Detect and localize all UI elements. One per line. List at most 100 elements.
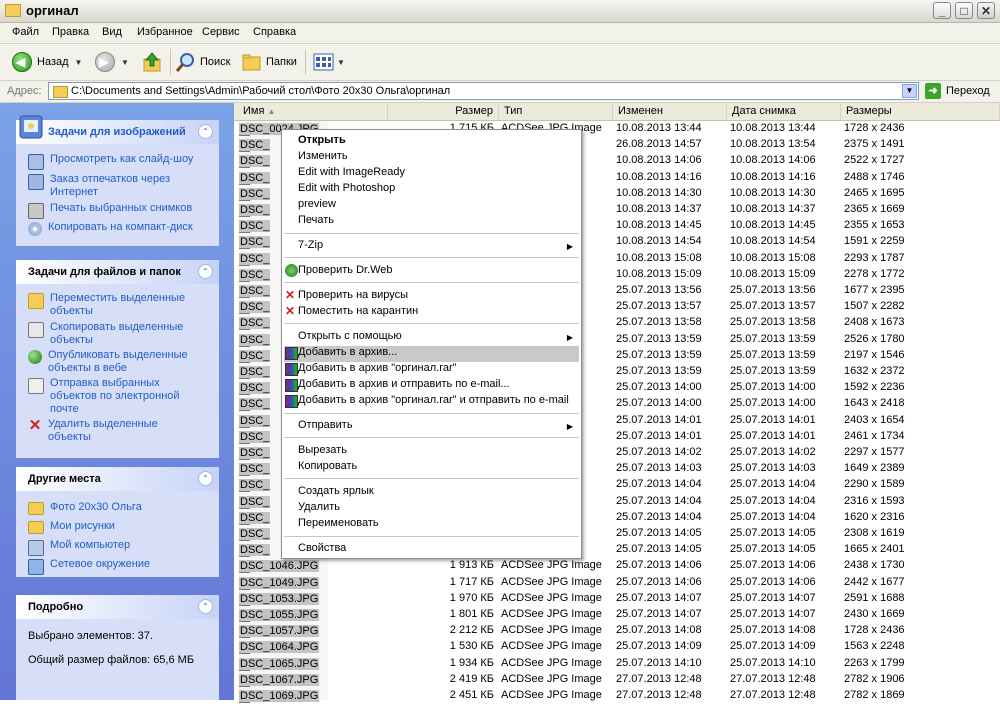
column-dimensions[interactable]: Размеры (841, 103, 1000, 120)
menu-cut[interactable]: Вырезать (298, 444, 347, 456)
menu-7zip[interactable]: 7-Zip (298, 239, 323, 251)
collapse-icon[interactable]: ⌃ (198, 471, 213, 486)
folders-button[interactable]: Папки (241, 50, 297, 74)
file-date-taken: 25.07.2013 13:56 (730, 284, 816, 296)
menu-view[interactable]: Вид (102, 26, 122, 38)
menu-file[interactable]: Файл (12, 26, 39, 38)
file-modified: 10.08.2013 15:08 (616, 251, 702, 264)
table-row[interactable]: DSC_1057.JPG 2 212 КБ ACDSee JPG Image 25.0… (234, 623, 1000, 639)
maximize-button[interactable]: □ (955, 2, 973, 19)
table-row[interactable]: DSC_1065.JPG 1 934 КБ ACDSee JPG Image 25.0… (234, 656, 1000, 672)
file-modified: 25.07.2013 13:58 (616, 316, 702, 329)
collapse-icon[interactable]: ⌃ (198, 124, 213, 139)
menu-favorites[interactable]: Избранное (137, 26, 193, 38)
quarantine-icon: ✕ (285, 304, 296, 318)
details-header[interactable]: Подробно ⌃ (16, 595, 219, 619)
forward-button[interactable]: ▶ ▼ (95, 50, 129, 74)
file-dimensions: 1632 x 2372 (844, 365, 905, 377)
winrar-icon (285, 395, 298, 408)
go-button[interactable]: ➜ Переход (925, 83, 990, 99)
menu-rename[interactable]: Переименовать (298, 517, 379, 529)
menu-preview[interactable]: preview (298, 198, 336, 210)
menu-edit-item[interactable]: Изменить (298, 150, 348, 162)
place-my-computer[interactable]: Мой компьютер (28, 539, 130, 556)
search-button[interactable]: Поиск (175, 50, 230, 74)
file-dimensions: 2316 x 1593 (844, 494, 905, 507)
minimize-button[interactable]: _ (933, 2, 951, 19)
menu-tools[interactable]: Сервис (202, 26, 240, 38)
file-modified: 10.08.2013 15:09 (616, 267, 702, 280)
up-folder-button[interactable] (142, 50, 164, 74)
back-button[interactable]: ◀ Назад ▼ (12, 50, 82, 74)
column-date-taken[interactable]: Дата снимка (727, 103, 841, 120)
file-dimensions: 2782 x 1869 (844, 689, 905, 701)
file-tasks-header[interactable]: Задачи для файлов и папок ⌃ (16, 260, 219, 284)
menu-edit-photoshop[interactable]: Edit with Photoshop (298, 182, 395, 194)
file-dimensions: 2278 x 1772 (844, 267, 905, 280)
table-row[interactable]: DSC_1049.JPG 1 717 КБ ACDSee JPG Image 25.0… (234, 575, 1000, 591)
file-date-taken: 25.07.2013 14:01 (730, 413, 816, 426)
column-size[interactable]: Размер (404, 103, 499, 120)
column-type[interactable]: Тип (499, 103, 613, 120)
menu-send-to[interactable]: Отправить (298, 419, 353, 431)
table-row[interactable]: DSC_1053.JPG 1 970 КБ ACDSee JPG Image 25.0… (234, 591, 1000, 607)
slideshow-icon (28, 154, 44, 170)
menu-help[interactable]: Справка (253, 26, 296, 38)
chevron-down-icon[interactable]: ▼ (121, 58, 129, 67)
menu-edit[interactable]: Правка (52, 26, 89, 38)
place-photo-folder[interactable]: Фото 20x30 Ольга (28, 501, 142, 515)
place-my-pictures[interactable]: Мои рисунки (28, 520, 115, 534)
task-order-prints[interactable]: Заказ отпечатков через Интернет (28, 173, 198, 199)
address-path[interactable]: C:\Documents and Settings\Admin\Рабочий … (71, 85, 450, 97)
chevron-down-icon[interactable]: ▼ (337, 58, 345, 67)
collapse-icon[interactable]: ⌃ (198, 599, 213, 614)
task-print-photos[interactable]: Печать выбранных снимков (28, 202, 192, 219)
menu-create-shortcut[interactable]: Создать ярлык (298, 485, 374, 497)
file-tasks-panel: Задачи для файлов и папок ⌃ Переместить … (16, 260, 219, 458)
file-date-taken: 25.07.2013 13:59 (730, 365, 816, 377)
task-copy-cd[interactable]: Копировать на компакт-диск (28, 221, 193, 236)
collapse-icon[interactable]: ⌃ (198, 264, 213, 279)
table-row[interactable]: DSC_1069.JPG 2 451 КБ ACDSee JPG Image 27.0… (234, 688, 1000, 704)
close-button[interactable]: ✕ (977, 2, 995, 19)
address-input[interactable]: C:\Documents and Settings\Admin\Рабочий … (48, 82, 919, 100)
chevron-down-icon[interactable]: ▼ (75, 58, 83, 67)
task-delete[interactable]: ✕ Удалить выделенные объекты (28, 418, 198, 444)
menu-add-rar[interactable]: Добавить в архив "оргинал.rar" (298, 362, 457, 374)
menu-delete[interactable]: Удалить (298, 501, 340, 513)
menu-add-email[interactable]: Добавить в архив и отправить по e-mail..… (298, 378, 510, 390)
place-network[interactable]: Сетевое окружение (28, 558, 150, 575)
menu-properties[interactable]: Свойства (298, 542, 346, 554)
task-copy[interactable]: Скопировать выделенные объекты (28, 321, 198, 347)
menu-print[interactable]: Печать (298, 214, 334, 226)
views-button[interactable]: ▼ (313, 50, 345, 74)
table-row[interactable]: DSC_1064.JPG 1 530 КБ ACDSee JPG Image 25.0… (234, 639, 1000, 655)
task-publish[interactable]: Опубликовать выделенные объекты в вебе (28, 349, 198, 375)
menu-add-rar-email[interactable]: Добавить в архив "оргинал.rar" и отправи… (298, 394, 569, 406)
menu-open[interactable]: Открыть (298, 134, 346, 146)
file-size: 1 934 КБ (449, 656, 494, 669)
file-size: 1 717 КБ (449, 575, 494, 588)
file-modified: 25.07.2013 14:04 (616, 510, 702, 523)
task-slideshow[interactable]: Просмотреть как слайд-шоу (28, 153, 193, 170)
file-modified: 10.08.2013 14:45 (616, 219, 702, 232)
menu-open-with[interactable]: Открыть с помощью (298, 330, 402, 342)
column-modified[interactable]: Изменен (613, 103, 727, 120)
submenu-arrow-icon: ▶ (566, 242, 573, 251)
table-row[interactable]: DSC_1046.JPG 1 913 КБ ACDSee JPG Image 25.0… (234, 558, 1000, 574)
menu-virus-check[interactable]: Проверить на вирусы (298, 289, 408, 301)
menu-quarantine[interactable]: Поместить на карантин (298, 305, 418, 317)
image-tasks-header[interactable]: Задачи для изображений ⌃ (16, 115, 219, 144)
chevron-down-icon[interactable]: ▼ (902, 84, 917, 98)
menu-edit-imageready[interactable]: Edit with ImageReady (298, 166, 405, 178)
file-size: 1 913 КБ (449, 559, 494, 572)
other-places-header[interactable]: Другие места ⌃ (16, 467, 219, 491)
task-email[interactable]: Отправка выбранных объектов по электронн… (28, 377, 198, 416)
table-row[interactable]: DSC_1055.JPG 1 801 КБ ACDSee JPG Image 25.0… (234, 607, 1000, 623)
menu-add-archive[interactable]: Добавить в архив... (298, 346, 397, 358)
menu-drweb[interactable]: Проверить Dr.Web (298, 264, 393, 276)
column-name[interactable]: Имя ▲ (238, 103, 388, 120)
menu-copy[interactable]: Копировать (298, 460, 357, 472)
task-move[interactable]: Переместить выделенные объекты (28, 292, 198, 318)
table-row[interactable]: DSC_1067.JPG 2 419 КБ ACDSee JPG Image 27.0… (234, 672, 1000, 688)
